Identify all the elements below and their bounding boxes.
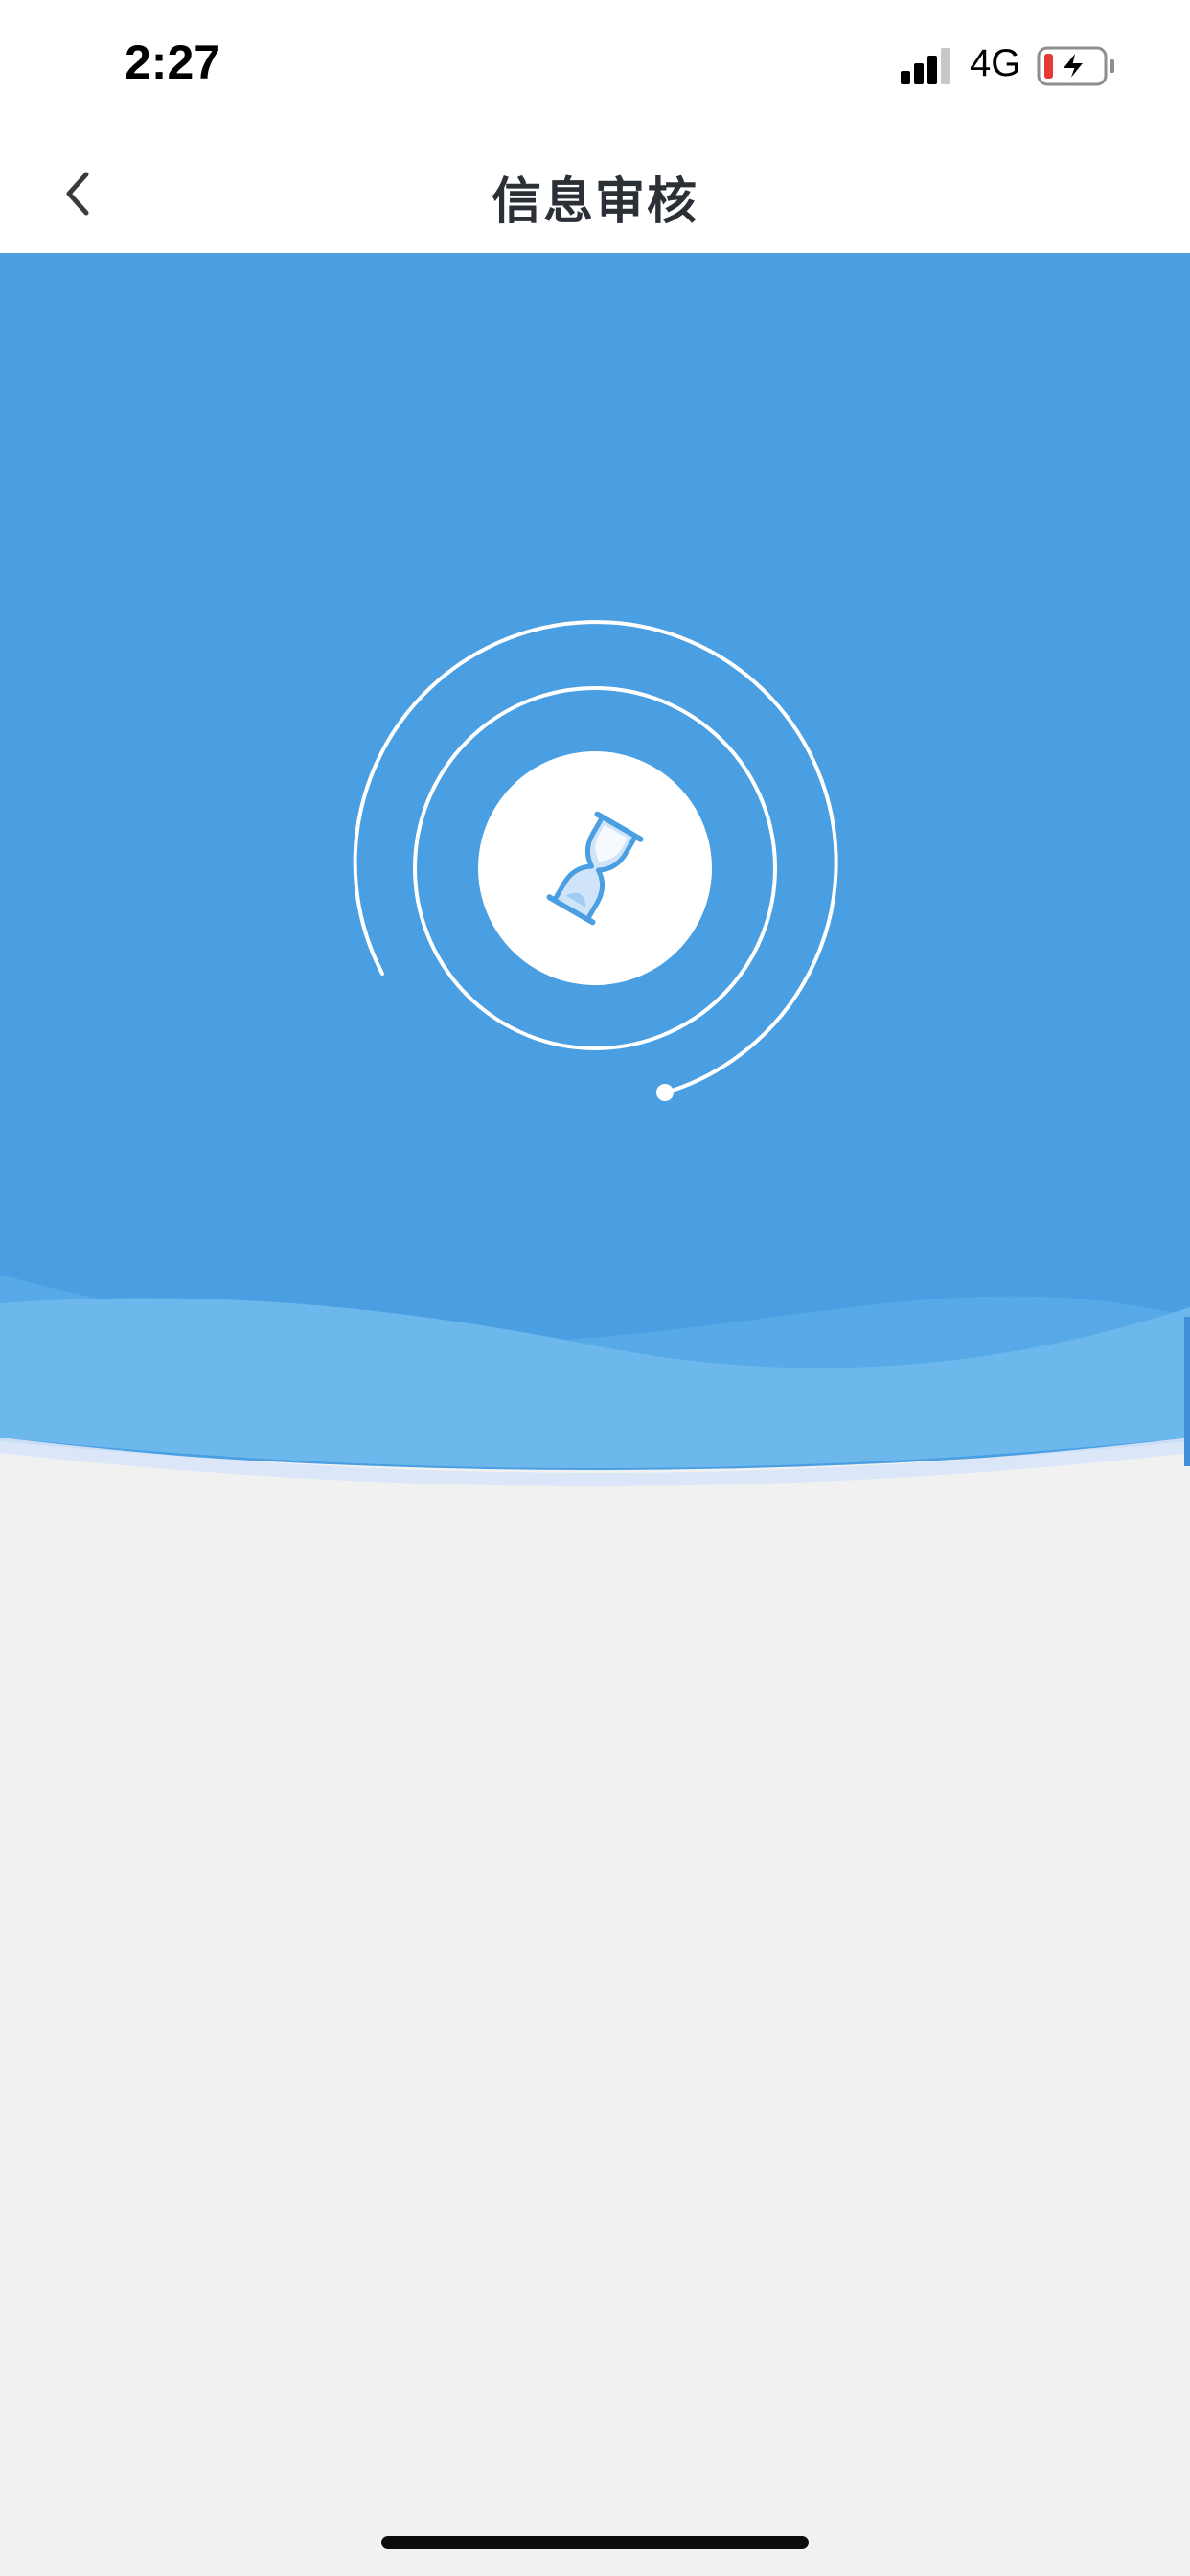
home-indicator[interactable] <box>381 2536 809 2549</box>
status-time: 2:27 <box>125 35 221 89</box>
status-bar: 2:27 4G <box>0 0 1190 134</box>
battery-charging-icon <box>1037 46 1114 86</box>
review-status-graphic <box>353 620 838 1101</box>
network-type: 4G <box>970 42 1021 84</box>
navigation-bar: 信息审核 <box>0 134 1190 253</box>
page-title: 信息审核 <box>491 173 698 231</box>
signal-icon <box>901 48 950 84</box>
